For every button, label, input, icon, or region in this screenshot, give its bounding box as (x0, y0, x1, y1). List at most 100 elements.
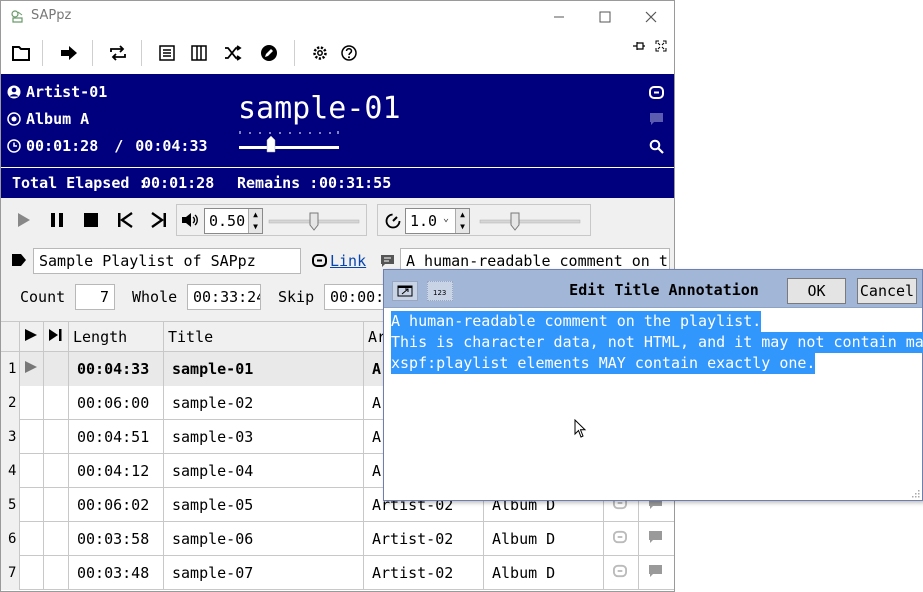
row-next-cell (44, 420, 69, 454)
settings-button[interactable] (307, 40, 333, 66)
row-title: sample-07 (164, 556, 364, 590)
next-button[interactable] (147, 208, 171, 232)
folder-icon (12, 46, 30, 61)
row-title: sample-06 (164, 522, 364, 556)
row-length: 00:03:58 (69, 522, 164, 556)
annotation-line-1: A human-readable comment on the playlist… (391, 311, 762, 332)
resize-grip-icon[interactable] (910, 488, 920, 498)
edit-circle-icon (261, 45, 277, 61)
playlist-link[interactable]: Link (330, 252, 366, 270)
search-button[interactable] (646, 136, 666, 156)
pause-button[interactable] (45, 208, 69, 232)
speed-spinbox[interactable]: 1.0 ⌄ ▲ ▼ (405, 208, 470, 234)
row-title: sample-03 (164, 420, 364, 454)
toolbar (1, 32, 674, 74)
ok-button[interactable]: OK (787, 278, 846, 304)
stop-button[interactable] (79, 208, 103, 232)
columns-button[interactable] (186, 40, 212, 66)
table-row[interactable]: 6 00:03:58 sample-06 Artist-02 Album D (1, 522, 674, 556)
playlist-title-field[interactable]: Sample Playlist of SAPpz (33, 248, 301, 274)
cancel-button[interactable]: Cancel (857, 278, 917, 304)
mouse-cursor-icon (574, 419, 587, 438)
edit-button[interactable] (256, 40, 282, 66)
shuffle-icon (225, 45, 242, 61)
close-button[interactable] (628, 1, 674, 32)
edit-annotation-dialog: 123 Edit Title Annotation OK Cancel A hu… (383, 269, 923, 501)
link-button[interactable] (646, 82, 666, 102)
row-length: 00:06:00 (69, 386, 164, 420)
open-folder-button[interactable] (8, 40, 34, 66)
play-icon (25, 361, 37, 373)
total-elapsed-value: 00:01:28 (142, 174, 215, 192)
speed-down-button[interactable]: ▼ (456, 221, 469, 233)
row-link-cell (604, 522, 639, 556)
columns-icon (191, 45, 207, 61)
now-playing-title: sample-01 (238, 91, 401, 126)
link-icon (312, 254, 327, 267)
skip-forward-icon (151, 212, 166, 228)
list-view-button[interactable] (154, 40, 180, 66)
speed-slider[interactable] (476, 209, 584, 233)
minimize-button[interactable] (536, 1, 582, 32)
artist-name: Artist-01 (26, 83, 108, 101)
row-comment-cell (639, 556, 674, 590)
link-icon (613, 564, 627, 578)
row-artist: Artist-02 (364, 522, 484, 556)
whole-field: 00:33:24 (187, 284, 261, 310)
playnext-column-header[interactable] (44, 322, 69, 352)
row-length: 00:03:48 (69, 556, 164, 590)
row-title: sample-05 (164, 488, 364, 522)
total-elapsed-label: Total Elapsed : (12, 174, 148, 192)
volume-spinbox[interactable]: 0.50 ▲ ▼ (204, 208, 263, 234)
minimize-icon (554, 16, 564, 17)
length-column-header[interactable]: Length (69, 322, 164, 352)
dialog-header: 123 Edit Title Annotation OK Cancel (384, 270, 922, 308)
row-next-cell (44, 352, 69, 386)
table-row[interactable]: 7 00:03:48 sample-07 Artist-02 Album D (1, 556, 674, 590)
row-play-cell (20, 556, 44, 590)
comment-button[interactable] (646, 109, 666, 129)
external-window-icon (397, 285, 413, 297)
numbering-button[interactable]: 123 (427, 281, 453, 301)
seek-slider[interactable] (238, 130, 342, 154)
play-button[interactable] (11, 208, 35, 232)
help-button[interactable] (336, 40, 362, 66)
clock-icon (7, 139, 21, 153)
volume-up-button[interactable]: ▲ (249, 209, 262, 221)
chevron-down-icon[interactable]: ⌄ (443, 213, 449, 224)
slider-thumb[interactable] (510, 212, 520, 231)
shuffle-button[interactable] (220, 40, 246, 66)
svg-text:123: 123 (433, 289, 446, 297)
row-num: 7 (1, 556, 20, 590)
elapsed-time: 00:01:28 (26, 137, 99, 155)
time-row: 00:01:28 / 00:04:33 (7, 137, 208, 155)
link-icon (648, 85, 664, 99)
previous-button[interactable] (113, 208, 137, 232)
row-play-cell (20, 386, 44, 420)
row-num: 5 (1, 488, 20, 522)
annotation-textarea[interactable]: A human-readable comment on the playlist… (388, 310, 923, 498)
totals-bar: Total Elapsed : 00:01:28 Remains : 00:31… (1, 168, 674, 198)
repeat-button[interactable] (105, 40, 131, 66)
row-next-cell (44, 522, 69, 556)
volume-down-button[interactable]: ▼ (249, 221, 262, 233)
maximize-icon (599, 11, 611, 22)
title-column-header[interactable]: Title (164, 322, 364, 352)
row-length: 00:04:33 (69, 352, 164, 386)
slider-thumb[interactable] (309, 212, 319, 231)
row-play-cell (20, 420, 44, 454)
comment-icon (381, 255, 394, 267)
row-length: 00:06:02 (69, 488, 164, 522)
maximize-button[interactable] (582, 1, 628, 32)
volume-slider[interactable] (267, 209, 362, 233)
open-external-button[interactable] (392, 281, 418, 301)
pin-button[interactable] (629, 36, 649, 56)
goto-button[interactable] (56, 40, 82, 66)
track-duration: 00:04:33 (135, 137, 208, 155)
row-next-cell (44, 488, 69, 522)
row-artist: Artist-02 (364, 556, 484, 590)
fullscreen-button[interactable] (651, 36, 671, 56)
row-title: sample-01 (164, 352, 364, 386)
play-column-header[interactable] (20, 322, 44, 352)
speed-up-button[interactable]: ▲ (456, 209, 469, 221)
